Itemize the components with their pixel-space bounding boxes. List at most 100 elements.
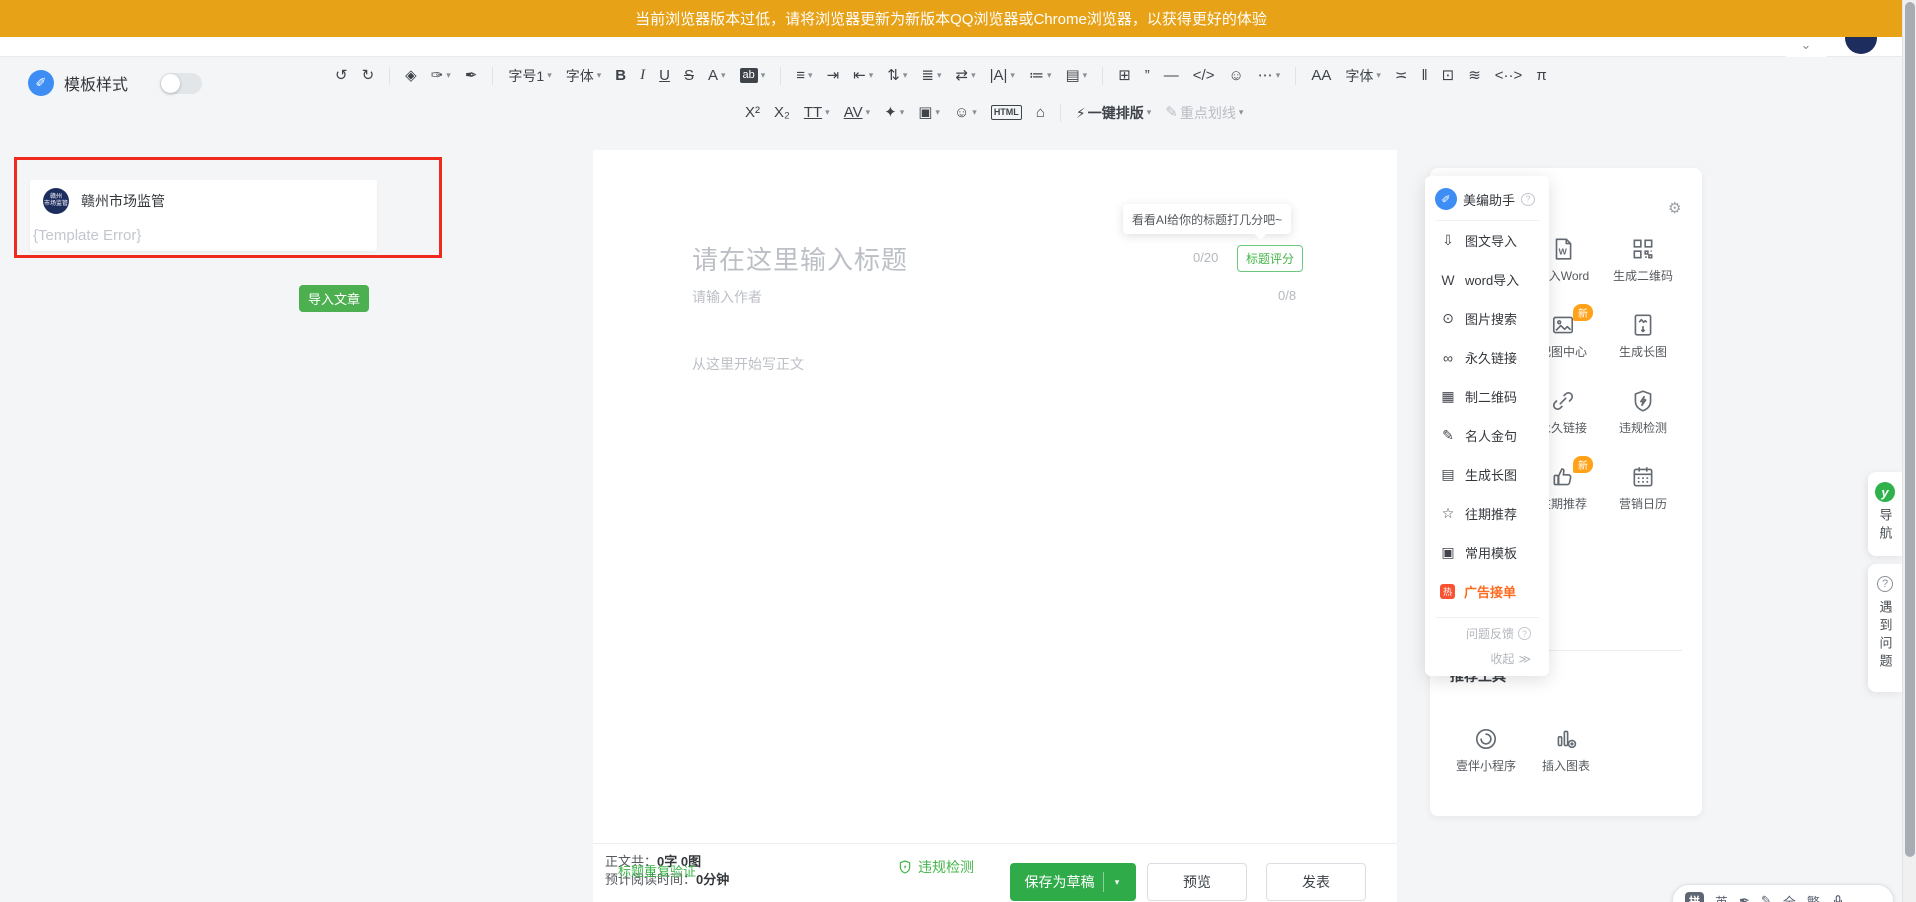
- collapse-label: 收起: [1490, 652, 1515, 666]
- code-button[interactable]: </>: [1188, 64, 1220, 87]
- line-height-button[interactable]: ≣ ▾: [916, 64, 946, 87]
- punctuation-button[interactable]: ≍: [1390, 64, 1413, 87]
- clear-format-button[interactable]: ✒: [460, 64, 483, 87]
- menu-permanent-link[interactable]: ∞ 永久链接: [1425, 338, 1549, 377]
- emoji-button[interactable]: ☺: [1223, 64, 1248, 87]
- menu-past-recommend[interactable]: ☆ 往期推荐: [1425, 494, 1549, 533]
- header-dropdown-button[interactable]: ⌄: [1782, 37, 1830, 57]
- menu-generate-long-image[interactable]: ▤ 生成长图: [1425, 455, 1549, 494]
- caret-down-icon: ▾: [596, 70, 602, 80]
- ime-pencil-icon[interactable]: ✎: [1761, 893, 1772, 902]
- title-style-button[interactable]: TT ▾: [799, 101, 835, 124]
- preview-button[interactable]: 预览: [1147, 863, 1247, 901]
- help-question-icon[interactable]: ?: [1521, 192, 1536, 206]
- menu-famous-quotes[interactable]: ✎ 名人金句: [1425, 416, 1549, 455]
- letter-width-button[interactable]: AV ▾: [839, 101, 875, 124]
- blockquote-button[interactable]: ”: [1140, 64, 1155, 87]
- highlight-color-button[interactable]: ab ▾: [735, 64, 771, 87]
- import-article-button[interactable]: 导入文章: [299, 285, 369, 312]
- align-button[interactable]: ≡ ▾: [791, 64, 817, 87]
- short-code-button[interactable]: <··>: [1490, 64, 1528, 87]
- menu-ad-orders[interactable]: 热 广告接单: [1425, 572, 1549, 611]
- tool-generate-qrcode[interactable]: 生成二维码: [1603, 236, 1683, 284]
- sticker-button[interactable]: ☺ ▾: [949, 101, 982, 124]
- tool-generate-long-image[interactable]: 生成长图: [1603, 312, 1683, 360]
- magic-wand-button[interactable]: ✦ ▾: [879, 101, 909, 124]
- subscript-button[interactable]: X₂: [769, 101, 795, 124]
- ime-pinyin-mode[interactable]: 拼: [1685, 891, 1704, 902]
- gear-icon[interactable]: ⚙: [1662, 198, 1687, 218]
- font-family-select[interactable]: 字体 ▾: [561, 65, 607, 87]
- underline-button[interactable]: U: [654, 64, 675, 87]
- vertical-text-button[interactable]: ‖: [1416, 64, 1432, 87]
- menu-image-search[interactable]: ⊙ 图片搜索: [1425, 299, 1549, 338]
- redo-button[interactable]: ↻: [357, 64, 380, 87]
- nav-edge-tab[interactable]: y 导航: [1868, 472, 1902, 556]
- toolbar-item-glyph: S: [683, 67, 694, 84]
- cloud-font-select[interactable]: 字体 ▾: [1340, 65, 1386, 87]
- more-tools-button[interactable]: ⋯ ▾: [1253, 64, 1286, 87]
- block-margin-button[interactable]: ▤ ▾: [1060, 64, 1092, 87]
- indent-button[interactable]: ⇥: [822, 64, 845, 87]
- letter-spacing-button[interactable]: |A| ▾: [985, 64, 1020, 87]
- help-edge-tab[interactable]: ? 遇到问题: [1868, 564, 1902, 692]
- superscript-button[interactable]: X²: [740, 101, 765, 124]
- microphone-icon[interactable]: [1831, 894, 1845, 902]
- insert-chart-button[interactable]: ⊡: [1437, 64, 1460, 87]
- eraser-button[interactable]: ◈: [400, 64, 422, 87]
- ime-pen-icon[interactable]: ✒: [1739, 893, 1750, 902]
- template-style-toggle[interactable]: [160, 72, 203, 94]
- material-library-button[interactable]: ⌂: [1031, 101, 1050, 124]
- title-dup-check-link[interactable]: 标题重复验证: [618, 861, 696, 880]
- format-painter-button[interactable]: ✑ ▾: [426, 64, 456, 87]
- title-char-count: 0/20: [1193, 250, 1219, 265]
- tool-label: 插入图表: [1541, 759, 1590, 773]
- collapse-link[interactable]: 收起 ≫: [1484, 649, 1537, 668]
- ime-fullwidth-toggle[interactable]: 全: [1783, 892, 1796, 902]
- save-draft-button[interactable]: 保存为草稿 ▾: [1010, 863, 1136, 901]
- publish-button[interactable]: 发表: [1266, 863, 1366, 901]
- italic-button[interactable]: I: [635, 64, 650, 87]
- ime-traditional-toggle[interactable]: 繁: [1807, 892, 1820, 902]
- account-template-card[interactable]: 赣州 市场监管 赣州市场监管 {Template Error}: [30, 180, 377, 251]
- one-click-layout-button[interactable]: ⚡ 一键排版 ▾: [1071, 102, 1156, 124]
- text-case-button[interactable]: AA: [1306, 64, 1336, 87]
- menu-item-icon: ▦: [1441, 388, 1455, 404]
- caret-down-icon[interactable]: ▾: [1104, 877, 1130, 888]
- insert-table-button[interactable]: ⊞: [1113, 64, 1136, 87]
- list-button[interactable]: ≔ ▾: [1024, 64, 1057, 87]
- title-score-button[interactable]: 标题评分: [1237, 245, 1304, 272]
- formula-button[interactable]: π: [1531, 64, 1551, 87]
- feedback-link[interactable]: 问题反馈 ?: [1460, 624, 1537, 643]
- menu-common-templates[interactable]: ▣ 常用模板: [1425, 533, 1549, 572]
- fine-tune-button[interactable]: ≋: [1463, 64, 1486, 87]
- body-input[interactable]: 从这里开始写正文: [692, 354, 804, 374]
- author-input[interactable]: 请输入作者: [692, 287, 762, 307]
- tool-marketing-calendar[interactable]: 营销日历: [1603, 464, 1683, 512]
- scrollbar-thumb[interactable]: [1905, 2, 1915, 857]
- tool-violation-check[interactable]: 违规检测: [1603, 388, 1683, 436]
- divider-line-button[interactable]: —: [1159, 64, 1184, 87]
- highlight-underline-button[interactable]: ✎ 重点划线 ▾: [1160, 101, 1248, 124]
- tool-miniprogram[interactable]: 壹伴小程序: [1446, 726, 1526, 774]
- html-source-button[interactable]: HTML: [986, 101, 1027, 124]
- insert-image-button[interactable]: ▣ ▾: [913, 101, 945, 124]
- violation-check-button[interactable]: 违规检测: [897, 857, 974, 877]
- first-line-indent-button[interactable]: ⇤ ▾: [848, 64, 878, 87]
- bold-button[interactable]: B: [610, 64, 631, 87]
- undo-button[interactable]: ↺: [330, 64, 353, 87]
- strikethrough-button[interactable]: S: [679, 64, 699, 87]
- menu-make-qrcode[interactable]: ▦ 制二维码: [1425, 377, 1549, 416]
- font-size-select[interactable]: 字号1 ▾: [503, 65, 556, 87]
- menu-import-word[interactable]: W word导入: [1425, 260, 1549, 299]
- title-input[interactable]: 请在这里输入标题: [692, 240, 908, 277]
- font-color-button[interactable]: A ▾: [703, 64, 731, 87]
- both-side-indent-button[interactable]: ⇄ ▾: [950, 64, 980, 87]
- tool-insert-chart[interactable]: 插入图表: [1526, 726, 1606, 774]
- paragraph-spacing-button[interactable]: ⇅ ▾: [882, 64, 912, 87]
- toolbar-item-glyph: |A|: [989, 67, 1008, 84]
- menu-import-article[interactable]: ⇩ 图文导入: [1425, 221, 1549, 260]
- ime-english-mode[interactable]: 英: [1715, 892, 1728, 902]
- toolbar-item-glyph: B: [615, 67, 627, 84]
- caret-down-icon: ▾: [972, 107, 977, 117]
